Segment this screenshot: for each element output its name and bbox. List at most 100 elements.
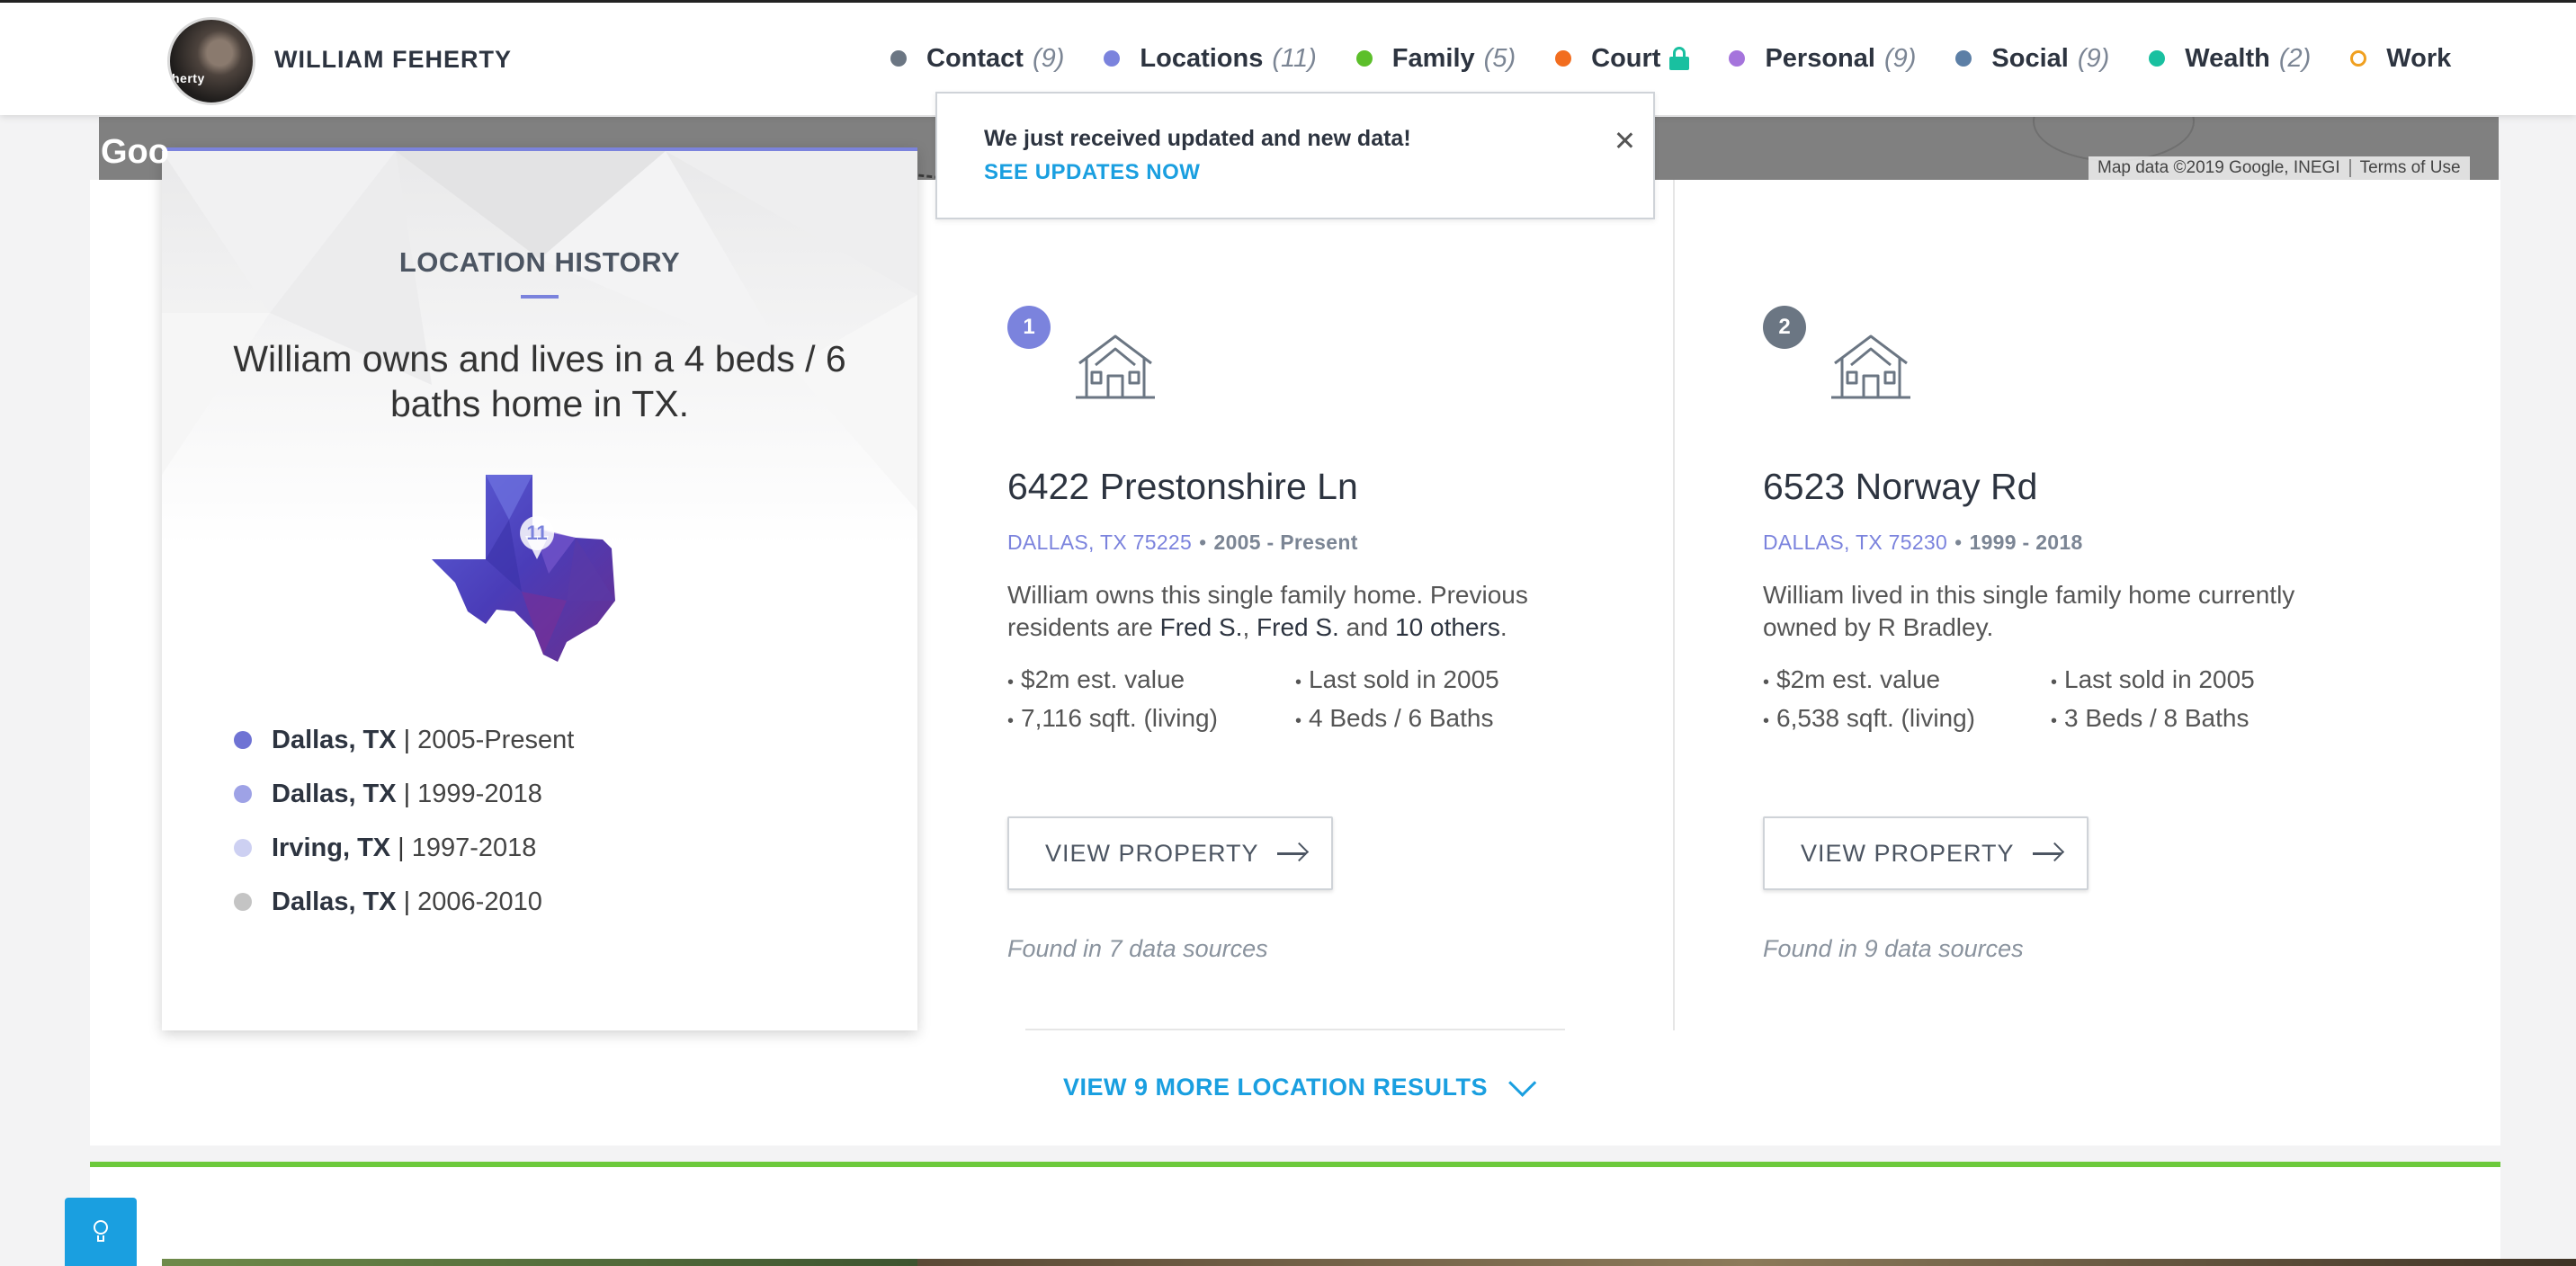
bullet-separator: • (1954, 530, 1963, 554)
property-facts: $2m est. value Last sold in 2005 7,116 s… (1007, 664, 1601, 737)
bullet-icon (234, 731, 252, 749)
fact-item: 7,116 sqft. (living) (1007, 702, 1295, 737)
map-pin-count: 11 (526, 522, 547, 544)
history-city: Irving, TX (272, 833, 391, 862)
location-history-list: Dallas, TX | 2005-Present Dallas, TX | 1… (234, 725, 863, 942)
nav-wealth[interactable]: Wealth (2) (2149, 44, 2311, 74)
family-dot-icon (1355, 50, 1373, 67)
nav-family[interactable]: Family (5) (1355, 43, 1516, 74)
property-city-zip[interactable]: DALLAS, TX 75230 (1763, 530, 1947, 554)
notification-message: We just received updated and new data! (984, 126, 1411, 151)
nav-contact[interactable]: Contact (9) (890, 44, 1064, 74)
desc-text: , (1242, 613, 1257, 641)
bullet-separator: • (1199, 530, 1207, 554)
see-updates-link[interactable]: SEE UPDATES NOW (984, 160, 1200, 185)
tips-button[interactable] (65, 1198, 137, 1266)
property-years: 2005 - Present (1213, 530, 1358, 554)
property-description: William owns this single family home. Pr… (1007, 579, 1601, 644)
nav-label: Contact (926, 43, 1024, 73)
history-years: 1997-2018 (411, 833, 537, 862)
work-dot-icon (2350, 50, 2367, 67)
nav-personal[interactable]: Personal (9) (1729, 44, 1916, 74)
property-street: 6422 Prestonshire Ln (1007, 466, 1358, 507)
court-dot-icon (1555, 50, 1572, 67)
arrow-right-icon (1276, 842, 1309, 863)
divider: | (403, 779, 411, 808)
image-strip (162, 1259, 917, 1266)
nav-count: (9) (1032, 43, 1065, 73)
nav-label: Wealth (2185, 43, 2270, 73)
nav-court[interactable]: Court (1555, 44, 1690, 74)
view-property-button[interactable]: VIEW PROPERTY (1763, 816, 2089, 890)
person-name: WILLIAM FEHERTY (274, 46, 512, 73)
history-years: 1999-2018 (417, 779, 542, 808)
arrow-right-icon (2032, 842, 2064, 863)
property-street: 6523 Norway Rd (1763, 466, 2038, 507)
google-logo: Goo (101, 133, 169, 171)
wealth-dot-icon (2149, 50, 2166, 67)
map-attribution: Map data ©2019 Google, INEGI Terms of Us… (2089, 156, 2470, 180)
nav-count: (9) (2077, 43, 2110, 73)
nav-social[interactable]: Social (9) (1955, 44, 2109, 74)
bullet-icon (234, 893, 252, 911)
terms-of-use-link[interactable]: Terms of Use (2360, 158, 2461, 178)
history-item[interactable]: Irving, TX | 1997-2018 (234, 833, 863, 862)
data-sources-note: Found in 7 data sources (1007, 935, 1268, 962)
resident-link[interactable]: Fred S. (1160, 613, 1243, 641)
property-city-zip[interactable]: DALLAS, TX 75225 (1007, 530, 1192, 554)
house-icon (1831, 334, 1910, 399)
property-card: 2 6523 Norway Rd DALLAS, TX 75230 • 1999 -… (1763, 180, 2482, 1025)
fact-item: Last sold in 2005 (2051, 664, 2357, 699)
nav-locations[interactable]: Locations (11) (1104, 43, 1317, 74)
nav-label: Family (1391, 43, 1475, 73)
divider: | (398, 833, 405, 862)
history-item[interactable]: Dallas, TX | 1999-2018 (234, 779, 863, 808)
property-description: William lived in this single family home… (1763, 581, 2295, 641)
nav-work[interactable]: Work (2350, 44, 2451, 74)
fact-item: 6,538 sqft. (living) (1763, 702, 2051, 737)
fact-item: 3 Beds / 8 Baths (2051, 702, 2357, 737)
resident-link[interactable]: Fred S. (1257, 613, 1339, 641)
avatar-caption: herty (172, 71, 205, 85)
close-icon[interactable] (1614, 129, 1635, 151)
property-meta: DALLAS, TX 75230 • 1999 - 2018 (1763, 530, 2083, 555)
fact-item: $2m est. value (1007, 664, 1295, 699)
map-data-text: Map data ©2019 Google, INEGI (2097, 158, 2340, 177)
nav-count: (9) (1883, 43, 1917, 73)
history-summary: William owns and lives in a 4 beds / 6 b… (233, 338, 846, 424)
location-history-title: LOCATION HISTORY (398, 246, 681, 278)
map-road (2033, 117, 2195, 162)
property-meta: DALLAS, TX 75225 • 2005 - Present (1007, 530, 1358, 555)
button-label: VIEW PROPERTY (1045, 839, 1259, 867)
nav-label: Personal (1765, 43, 1875, 73)
button-label: VIEW PROPERTY (1801, 839, 2015, 867)
more-results-label: VIEW 9 MORE LOCATION RESULTS (1063, 1074, 1489, 1101)
data-sources-note: Found in 9 data sources (1763, 935, 2024, 962)
lightbulb-icon (93, 1220, 109, 1244)
history-city: Dallas, TX (272, 725, 397, 754)
others-link[interactable]: 10 others (1395, 613, 1500, 641)
bullet-icon (234, 839, 252, 857)
texas-map-icon: 11 (432, 475, 615, 662)
history-city: Dallas, TX (272, 779, 397, 808)
fact-item: Last sold in 2005 (1295, 664, 1601, 699)
bullet-icon (234, 785, 252, 803)
property-number-badge: 2 (1763, 306, 1806, 349)
lock-icon (1669, 47, 1690, 70)
property-card: 1 6422 Prestonshire Ln DALLAS, TX 75225 •… (1007, 180, 1727, 1025)
personal-dot-icon (1729, 50, 1746, 67)
nav-count: (5) (1483, 43, 1516, 73)
next-section-card (90, 1167, 2500, 1266)
nav-count: (2) (2278, 43, 2312, 73)
view-property-button[interactable]: VIEW PROPERTY (1007, 816, 1333, 890)
history-item[interactable]: Dallas, TX | 2006-2010 (234, 887, 863, 916)
results-divider (1025, 1029, 1565, 1030)
history-item[interactable]: Dallas, TX | 2005-Present (234, 725, 863, 754)
nav-count: (11) (1272, 43, 1317, 73)
history-years: 2006-2010 (417, 887, 542, 916)
view-more-locations-link[interactable]: VIEW 9 MORE LOCATION RESULTS (1063, 1068, 1537, 1101)
avatar[interactable]: herty (167, 17, 255, 105)
locations-dot-icon (1104, 50, 1121, 67)
divider: | (403, 725, 411, 754)
image-strip (917, 1259, 2576, 1266)
